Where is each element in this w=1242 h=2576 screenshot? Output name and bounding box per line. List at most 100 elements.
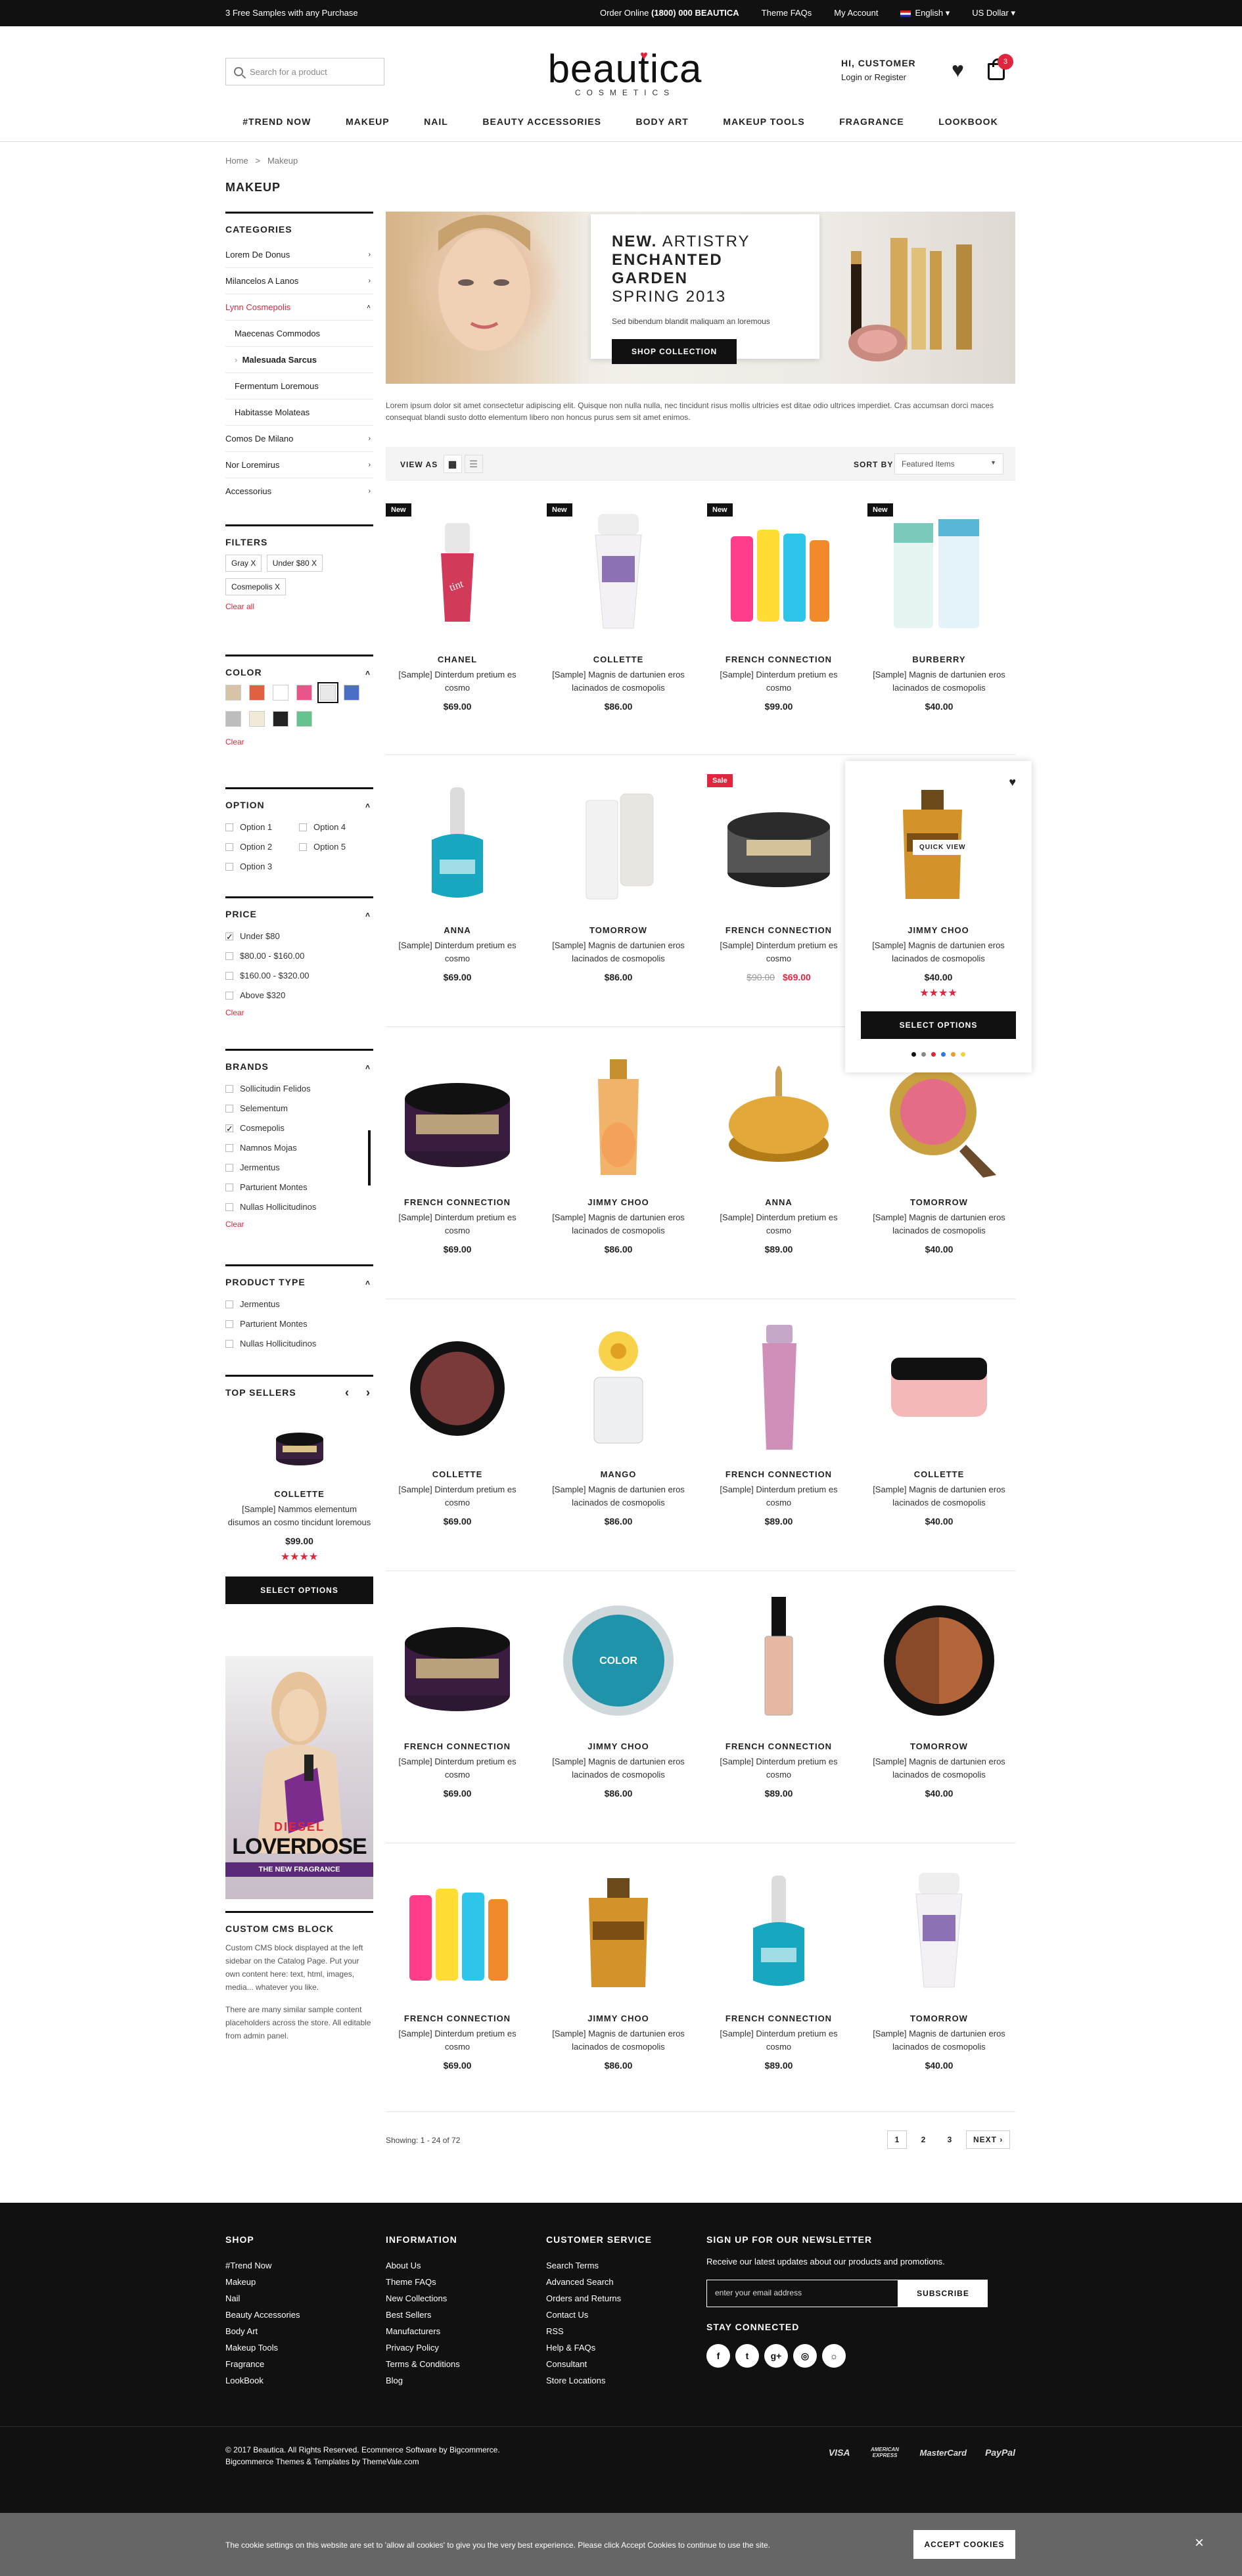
product-name[interactable]: [Sample] Dinterdum pretium es cosmo [707,1211,850,1237]
product-image[interactable] [867,1590,1011,1731]
ad-banner[interactable]: DIESEL LOVERDOSE THE NEW FRAGRANCE [225,1656,373,1899]
product-name[interactable]: [Sample] Magnis de dartunien eros lacina… [867,1483,1011,1509]
type-checkbox[interactable]: Nullas Hollicitudinos [225,1334,373,1354]
product-name[interactable]: [Sample] Dinterdum pretium es cosmo [707,1755,850,1782]
product-image[interactable] [386,1862,529,2003]
footer-link[interactable]: Consultant [546,2359,652,2376]
product-name[interactable]: [Sample] Magnis de dartunien eros lacina… [867,1755,1011,1782]
price-checkbox[interactable]: $160.00 - $320.00 [225,966,373,986]
category-item[interactable]: Lorem De Donus › [225,242,373,268]
google-plus-icon[interactable]: g+ [764,2344,788,2368]
product-name[interactable]: [Sample] Magnis de dartunien eros lacina… [861,939,1016,965]
product-card[interactable]: TOMORROW [Sample] Magnis de dartunien ero… [867,1590,1011,1799]
clear-all-link[interactable]: Clear all [225,602,254,611]
product-image[interactable]: New [547,503,690,644]
product-image[interactable]: New [707,503,850,644]
product-card[interactable]: TOMORROW [Sample] Magnis de dartunien ero… [867,1862,1011,2071]
product-card[interactable]: Sale FRENCH CONNECTION [Sample] Dinterdum … [707,774,850,982]
theme-faqs-link[interactable]: Theme FAQs [762,8,812,18]
clear-brand-link[interactable]: Clear [225,1220,373,1229]
nav-item[interactable]: MAKEUP TOOLS [723,116,804,127]
product-name[interactable]: [Sample] Dinterdum pretium es cosmo [386,1211,529,1237]
product-image[interactable] [867,1318,1011,1459]
product-card[interactable]: ANNA [Sample] Dinterdum pretium es cosmo $… [386,774,529,982]
filter-chip[interactable]: Under $80 X [266,555,323,572]
color-swatch[interactable] [273,711,288,727]
product-image[interactable] [547,1046,690,1187]
product-card[interactable]: FRENCH CONNECTION [Sample] Dinterdum pret… [707,1862,850,2071]
product-name[interactable]: [Sample] Dinterdum pretium es cosmo [386,2027,529,2054]
brand-checkbox[interactable]: Sollicitudin Felidos [225,1079,373,1099]
product-image[interactable] [547,774,690,915]
product-name[interactable]: [Sample] Dinterdum pretium es cosmo [386,1483,529,1509]
breadcrumb-home[interactable]: Home [225,156,248,166]
product-name[interactable]: [Sample] Magnis de dartunien eros lacina… [547,668,690,695]
product-name[interactable]: [Sample] Dinterdum pretium es cosmo [707,2027,850,2054]
footer-link[interactable]: Advanced Search [546,2277,652,2293]
product-image[interactable] [707,1862,850,2003]
footer-link[interactable]: Terms & Conditions [386,2359,460,2376]
shop-collection-button[interactable]: SHOP COLLECTION [612,339,737,364]
product-name[interactable]: [Sample] Magnis de dartunien eros lacina… [547,939,690,965]
type-checkbox[interactable]: Jermentus [225,1295,373,1314]
color-swatch[interactable] [249,711,265,727]
logo[interactable]: beautica ♥ COSMETICS [543,46,707,97]
product-image[interactable] [707,1590,850,1731]
color-dots[interactable] [861,1052,1016,1057]
brand-checkbox[interactable]: Jermentus [225,1158,373,1178]
list-view-icon[interactable]: ☰ [465,455,483,473]
rss-icon[interactable]: ☼ [822,2344,846,2368]
nav-item[interactable]: MAKEUP [346,116,390,127]
product-card[interactable]: FRENCH CONNECTION [Sample] Dinterdum pret… [386,1862,529,2071]
product-image[interactable]: New [867,503,1011,644]
option-checkbox[interactable]: Option 5 [299,837,373,857]
select-options-button[interactable]: SELECT OPTIONS [225,1576,373,1604]
subcategory-item[interactable]: Habitasse Molateas [225,400,373,426]
color-dot[interactable] [931,1052,936,1057]
product-card[interactable]: JIMMY CHOO [Sample] Magnis de dartunien e… [547,1862,690,2071]
page-link[interactable]: 3 [940,2130,959,2149]
page-link-active[interactable]: 1 [887,2130,907,2149]
page-link[interactable]: 2 [913,2130,933,2149]
footer-link[interactable]: Store Locations [546,2376,652,2392]
category-item[interactable]: Milancelos A Lanos › [225,268,373,294]
option-checkbox[interactable]: Option 3 [225,857,299,877]
color-swatch[interactable] [249,685,265,701]
product-card[interactable]: New BURBERRY [Sample] Magnis de dartunien … [867,503,1011,712]
product-name[interactable]: [Sample] Dinterdum pretium es cosmo [707,668,850,695]
product-name[interactable]: [Sample] Dinterdum pretium es cosmo [386,939,529,965]
footer-link[interactable]: LookBook [225,2376,300,2392]
footer-link[interactable]: Beauty Accessories [225,2310,300,2326]
newsletter-email-input[interactable]: enter your email address [706,2280,898,2307]
close-icon[interactable]: × [1195,2534,1204,2552]
top-seller-name[interactable]: [Sample] Nammos elementum disumos an cos… [225,1503,373,1529]
product-image[interactable] [386,1046,529,1187]
login-link[interactable]: Login or Register [841,72,916,82]
type-checkbox[interactable]: Parturient Montes [225,1314,373,1334]
footer-link[interactable]: Nail [225,2293,300,2310]
currency-selector[interactable]: US Dollar ▾ [972,8,1015,18]
color-dot[interactable] [911,1052,916,1057]
brand-checkbox[interactable]: Cosmepolis [225,1118,373,1139]
footer-link[interactable]: Orders and Returns [546,2293,652,2310]
product-card[interactable]: FRENCH CONNECTION [Sample] Dinterdum pret… [386,1046,529,1254]
nav-item[interactable]: #TREND NOW [242,116,311,127]
color-swatch[interactable] [225,685,241,701]
footer-link[interactable]: Fragrance [225,2359,300,2376]
footer-link[interactable]: New Collections [386,2293,460,2310]
color-swatch[interactable] [296,685,312,701]
product-card[interactable]: TOMORROW [Sample] Magnis de dartunien ero… [547,774,690,982]
color-dot[interactable] [941,1052,946,1057]
product-image[interactable] [386,1318,529,1459]
product-image[interactable] [707,1318,850,1459]
nav-item[interactable]: BODY ART [636,116,689,127]
product-card[interactable]: tint New CHANEL [Sample] Dinterdum pretium … [386,503,529,712]
language-selector[interactable]: English ▾ [900,8,950,18]
brands-scrollbar[interactable] [368,1130,371,1185]
credits-link[interactable]: Bigcommerce Themes & Templates by ThemeV… [225,2457,419,2466]
account-block[interactable]: HI, CUSTOMER Login or Register [841,58,916,82]
product-card[interactable]: JIMMY CHOO [Sample] Magnis de dartunien e… [547,1046,690,1254]
price-checkbox[interactable]: $80.00 - $160.00 [225,946,373,966]
wishlist-icon[interactable]: ♥ [1009,775,1016,789]
brand-checkbox[interactable]: Namnos Mojas [225,1138,373,1158]
